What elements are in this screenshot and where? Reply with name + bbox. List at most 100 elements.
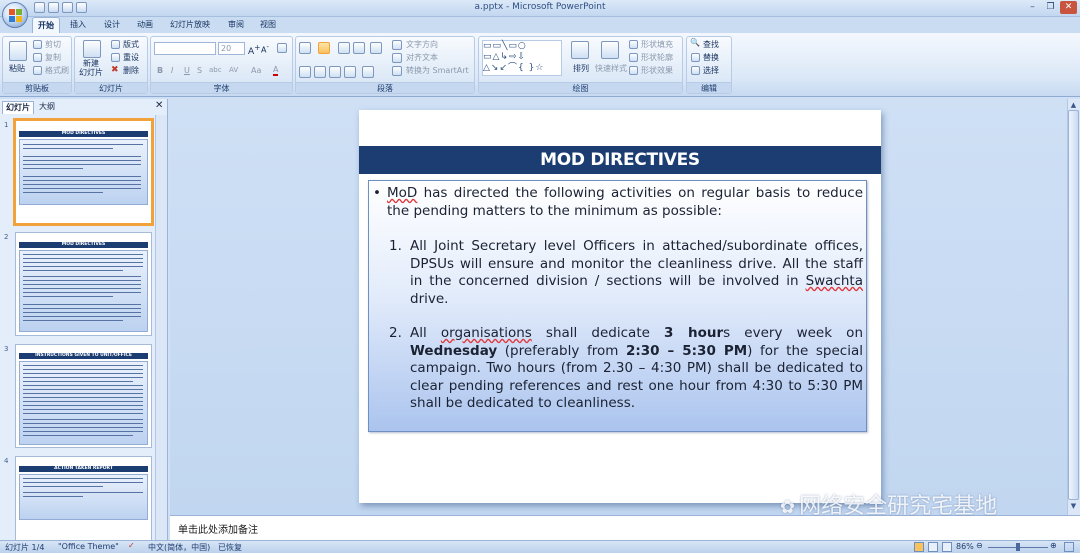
arrange-label[interactable]: 排列: [573, 63, 589, 74]
thumbnail-title: MOD DIRECTIVES: [19, 131, 148, 137]
quick-styles-icon[interactable]: [601, 41, 619, 59]
clear-formatting-icon[interactable]: [277, 43, 287, 53]
font-group-label: 字体: [151, 82, 292, 93]
smartart-icon[interactable]: [392, 66, 402, 76]
zoom-level[interactable]: 86%: [956, 542, 974, 551]
scroll-down-icon[interactable]: ▼: [1069, 502, 1078, 511]
slides-pane-scrollbar[interactable]: [155, 115, 167, 540]
shrink-font-icon[interactable]: A-: [261, 43, 269, 55]
shape-effects-icon[interactable]: [629, 66, 638, 75]
shape-outline-label[interactable]: 形状轮廓: [641, 52, 673, 63]
shape-fill-label[interactable]: 形状填充: [641, 39, 673, 50]
tab-slideshow[interactable]: 幻灯片放映: [164, 17, 216, 33]
office-button[interactable]: [2, 2, 28, 28]
fit-to-window-icon[interactable]: [1064, 542, 1074, 552]
close-pane-icon[interactable]: ✕: [155, 101, 163, 111]
arrange-icon[interactable]: [571, 41, 589, 59]
text-direction-icon[interactable]: [392, 40, 402, 50]
tab-insert[interactable]: 插入: [64, 17, 92, 33]
cut-icon[interactable]: [33, 40, 42, 49]
slide-thumbnail-2[interactable]: MOD DIRECTIVES: [15, 232, 152, 336]
slide-sorter-icon[interactable]: [928, 542, 938, 552]
reset-label[interactable]: 重设: [123, 52, 139, 63]
slide-thumbnail-4[interactable]: ACTION TAKEN REPORT: [15, 456, 152, 540]
align-center-icon[interactable]: [314, 66, 326, 78]
shape-effects-label[interactable]: 形状效果: [641, 65, 673, 76]
tab-slides-pane[interactable]: 幻灯片: [2, 101, 34, 114]
slideshow-view-icon[interactable]: [942, 542, 952, 552]
align-left-icon[interactable]: [299, 66, 311, 78]
content-text-box[interactable]: • MoD has directed the following activit…: [368, 180, 867, 432]
zoom-in-icon[interactable]: ⊕: [1050, 541, 1057, 550]
align-right-icon[interactable]: [329, 66, 341, 78]
copy-icon[interactable]: [33, 53, 42, 62]
copy-label[interactable]: 复制: [45, 52, 61, 63]
font-name-field[interactable]: [154, 42, 216, 55]
select-icon[interactable]: [691, 66, 700, 75]
char-spacing-button[interactable]: AV: [229, 66, 238, 74]
zoom-slider-handle[interactable]: [1016, 543, 1020, 551]
grow-font-icon[interactable]: A+: [248, 43, 260, 57]
shape-outline-icon[interactable]: [629, 53, 638, 62]
select-label[interactable]: 选择: [703, 65, 719, 76]
format-painter-label[interactable]: 格式刷: [45, 65, 69, 76]
layout-label[interactable]: 版式: [123, 39, 139, 50]
layout-icon[interactable]: [111, 40, 120, 49]
format-painter-icon[interactable]: [33, 66, 42, 75]
editor-scroll-thumb[interactable]: [1068, 110, 1079, 500]
font-size-field[interactable]: 20: [218, 42, 245, 55]
shape-fill-icon[interactable]: [629, 40, 638, 49]
paste-label[interactable]: 粘贴: [9, 63, 25, 74]
bullets-icon[interactable]: [299, 42, 311, 54]
paragraph-group: 文字方向 对齐文本 转换为 SmartArt 段落: [295, 36, 475, 94]
tab-review[interactable]: 审阅: [222, 17, 250, 33]
increase-indent-icon[interactable]: [353, 42, 365, 54]
slide-title[interactable]: MOD DIRECTIVES: [359, 146, 881, 174]
find-label[interactable]: 查找: [703, 39, 719, 50]
strikethrough-button[interactable]: S: [197, 66, 202, 75]
smartart-label[interactable]: 转换为 SmartArt: [406, 65, 469, 76]
maximize-button[interactable]: ❐: [1042, 1, 1059, 14]
numbering-icon[interactable]: [318, 42, 330, 54]
language-status[interactable]: 中文(简体，中国): [148, 542, 210, 553]
justify-icon[interactable]: [344, 66, 356, 78]
scroll-up-icon[interactable]: ▲: [1069, 101, 1078, 110]
spellcheck-icon[interactable]: ✓: [128, 541, 135, 550]
underline-button[interactable]: U: [184, 66, 190, 75]
find-icon[interactable]: 🔍: [690, 38, 700, 47]
tab-outline-pane[interactable]: 大纲: [36, 101, 58, 114]
new-slide-icon[interactable]: [83, 40, 101, 58]
line-spacing-icon[interactable]: [370, 42, 382, 54]
cut-label[interactable]: 剪切: [45, 39, 61, 50]
shadow-button[interactable]: abc: [209, 66, 222, 74]
change-case-button[interactable]: Aa: [251, 66, 261, 75]
decrease-indent-icon[interactable]: [338, 42, 350, 54]
new-slide-label[interactable]: 新建 幻灯片: [79, 59, 103, 77]
columns-icon[interactable]: [362, 66, 374, 78]
slide-canvas[interactable]: MOD DIRECTIVES • MoD has directed the fo…: [359, 110, 881, 503]
align-text-icon[interactable]: [392, 53, 402, 63]
tab-design[interactable]: 设计: [98, 17, 126, 33]
tab-home[interactable]: 开始: [32, 17, 60, 33]
zoom-out-icon[interactable]: ⊖: [976, 541, 983, 550]
bold-button[interactable]: B: [157, 66, 163, 75]
font-color-button[interactable]: A: [273, 65, 279, 76]
slide-thumbnail-3[interactable]: INSTRUCTIONS GIVEN TO UNIT/OFFICE: [15, 344, 152, 448]
shapes-gallery[interactable]: ▭▭╲▭○ ▭△↳⇨⇩ △↘↙⌒{ }☆: [482, 40, 562, 76]
close-button[interactable]: ✕: [1060, 1, 1077, 14]
italic-button[interactable]: I: [171, 66, 173, 75]
reset-icon[interactable]: [111, 53, 120, 62]
normal-view-icon[interactable]: [914, 542, 924, 552]
minimize-button[interactable]: –: [1024, 1, 1041, 14]
delete-label[interactable]: 删除: [123, 65, 139, 76]
delete-icon[interactable]: ✖: [111, 66, 120, 75]
replace-label[interactable]: 替换: [703, 52, 719, 63]
tab-animations[interactable]: 动画: [131, 17, 159, 33]
paste-icon[interactable]: [9, 41, 27, 61]
replace-icon[interactable]: [691, 53, 700, 62]
quick-styles-label[interactable]: 快速样式: [595, 63, 627, 74]
tab-view[interactable]: 视图: [254, 17, 282, 33]
slide-thumbnail-1[interactable]: MOD DIRECTIVES: [13, 118, 154, 226]
text-direction-label[interactable]: 文字方向: [406, 39, 438, 50]
align-text-label[interactable]: 对齐文本: [406, 52, 438, 63]
